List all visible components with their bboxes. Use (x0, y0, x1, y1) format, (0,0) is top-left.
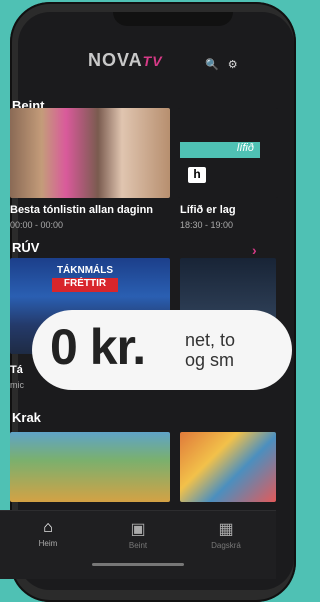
promo-text: net, to og sm (185, 330, 236, 370)
ruv-thumb-title: TÁKNMÁLS (56, 265, 114, 276)
beint-caption-1: Besta tónlistin allan daginn (10, 204, 154, 216)
calendar-icon: ▦ (218, 521, 234, 538)
nav-beint[interactable]: ▣ Beint (108, 519, 168, 550)
beint-thumb-1[interactable] (10, 108, 170, 198)
ruv-thumb-badge: FRÉTTIR (52, 278, 118, 292)
promo-price: 0 kr. (50, 319, 146, 375)
home-icon: ⌂ (43, 519, 53, 536)
beint-time-2: 18:30 - 19:00 (180, 220, 234, 230)
bottom-nav: ⌂ Heim ▣ Beint ▦ Dagskrá (0, 510, 276, 579)
tv-icon: ▣ (130, 521, 146, 538)
lifid-banner: lífið (180, 142, 260, 158)
h-badge: h (188, 167, 206, 183)
section-title-ruv: RÚV (12, 240, 40, 255)
krak-thumb-2[interactable] (180, 432, 276, 502)
chevron-right-icon[interactable]: › (252, 242, 257, 258)
top-icons: 🔍 ⚙ (205, 58, 244, 71)
section-title-krak: Krak (12, 410, 41, 425)
nav-dagskra[interactable]: ▦ Dagskrá (196, 519, 256, 550)
ruv-sub: mic (10, 380, 24, 390)
krak-thumb-1[interactable] (10, 432, 170, 502)
home-indicator (92, 563, 184, 566)
nova-tv-logo: NOVATV (88, 50, 163, 70)
notch (113, 12, 233, 26)
nav-home[interactable]: ⌂ Heim (18, 519, 78, 548)
gear-icon[interactable]: ⚙ (228, 59, 238, 71)
beint-caption-2: Lífið er lag (180, 204, 236, 216)
search-icon[interactable]: 🔍 (205, 59, 219, 71)
ruv-caption-1: Tá (10, 364, 23, 376)
beint-time-1: 00:00 - 00:00 (10, 220, 64, 230)
